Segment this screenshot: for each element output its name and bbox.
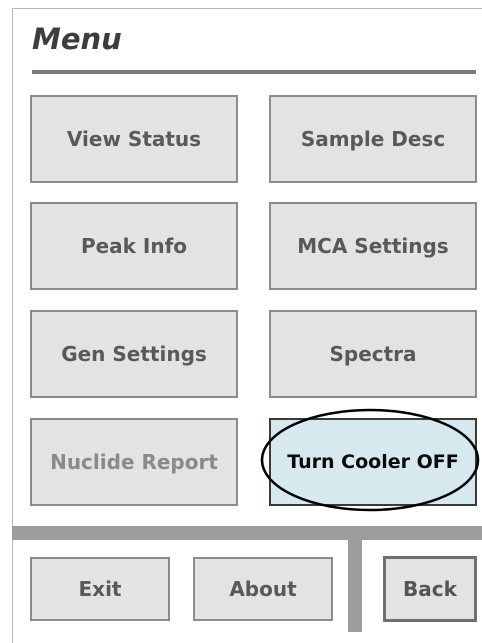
nuclide-report-button[interactable]: Nuclide Report — [30, 418, 238, 506]
page-title: Menu — [32, 22, 122, 56]
spectra-button[interactable]: Spectra — [269, 310, 477, 398]
title-divider — [32, 70, 476, 74]
back-button[interactable]: Back — [383, 556, 477, 622]
sample-desc-button[interactable]: Sample Desc — [269, 95, 477, 183]
mca-settings-button[interactable]: MCA Settings — [269, 202, 477, 290]
exit-button[interactable]: Exit — [30, 557, 170, 621]
about-button[interactable]: About — [193, 557, 333, 621]
turn-cooler-off-button[interactable]: Turn Cooler OFF — [269, 418, 477, 506]
gen-settings-button[interactable]: Gen Settings — [30, 310, 238, 398]
view-status-button[interactable]: View Status — [30, 95, 238, 183]
footer-divider — [12, 526, 482, 540]
peak-info-button[interactable]: Peak Info — [30, 202, 238, 290]
footer-vertical-divider — [348, 526, 362, 632]
